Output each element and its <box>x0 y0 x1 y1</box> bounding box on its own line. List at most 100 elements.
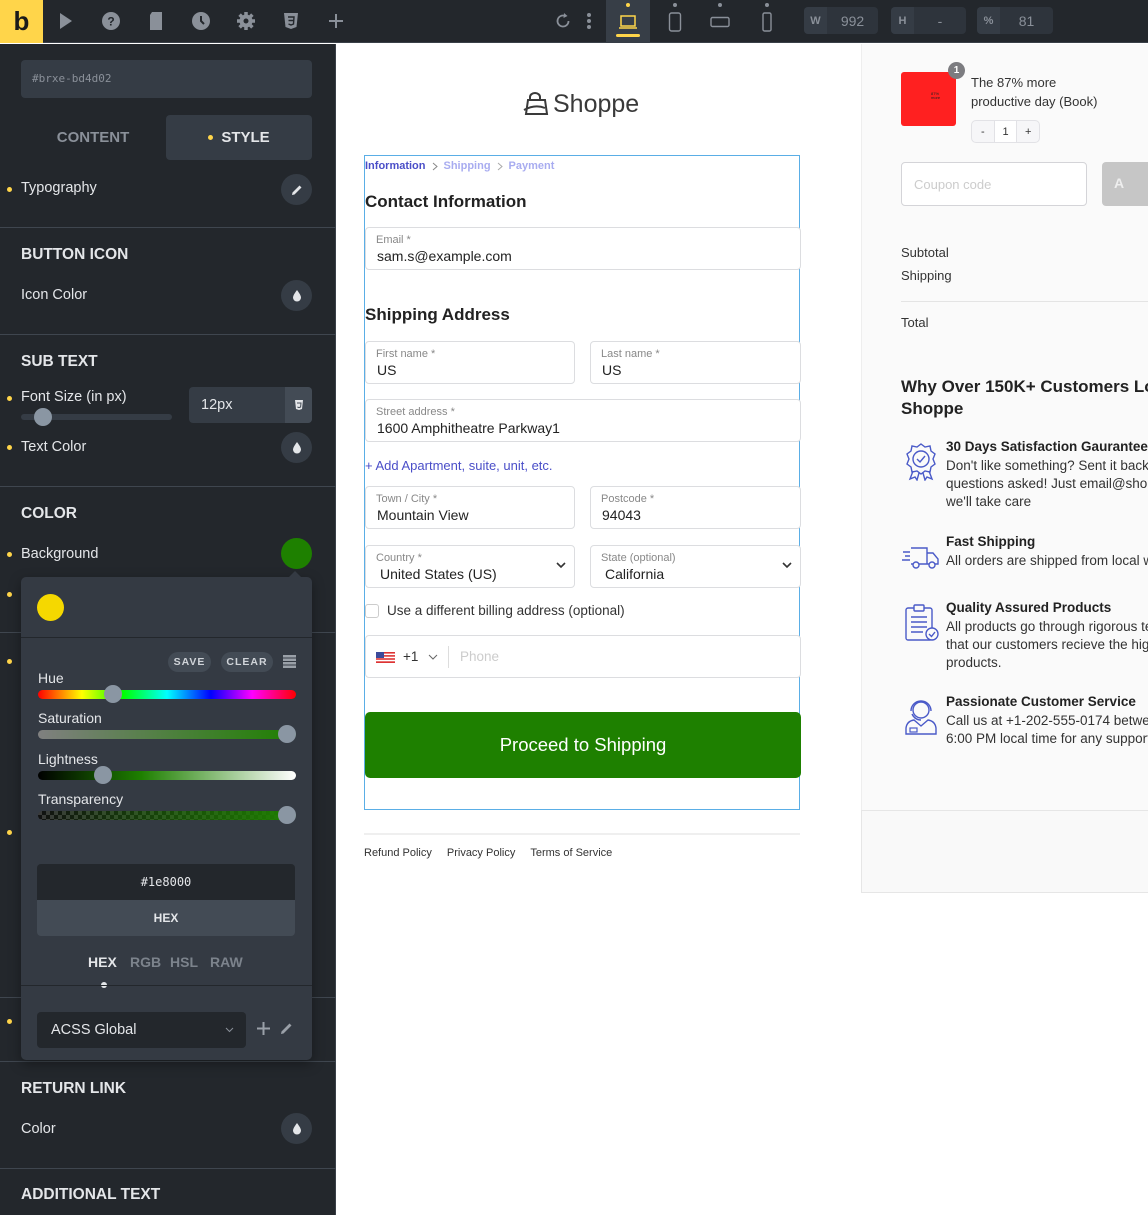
lightness-slider[interactable] <box>38 771 296 780</box>
more-options-icon[interactable] <box>578 10 600 32</box>
mobile-landscape-icon <box>710 16 730 27</box>
award-badge-icon <box>906 443 936 481</box>
edit-palette-icon[interactable] <box>280 1022 293 1040</box>
format-raw[interactable]: RAW <box>210 954 243 970</box>
text-color-label: Text Color <box>21 439 87 455</box>
add-apartment-link[interactable]: + Add Apartment, suite, unit, etc. <box>365 458 553 473</box>
modified-dot <box>7 552 12 557</box>
help-icon[interactable]: ? <box>100 10 122 32</box>
clear-color-button[interactable]: CLEAR <box>221 652 273 672</box>
text-color-button[interactable] <box>281 432 312 463</box>
tablet-icon <box>668 11 682 32</box>
palette-select[interactable]: ACSS Global <box>37 1012 246 1048</box>
tab-style[interactable]: STYLE <box>166 115 312 160</box>
shipping-label: Shipping <box>901 268 952 283</box>
chevron-right-icon <box>497 162 503 170</box>
phone-input[interactable]: Phone <box>460 649 499 664</box>
quantity-badge: 1 <box>948 62 965 79</box>
builder-toolbar: b ? W 992 H- % 81 <box>0 0 1148 43</box>
format-hsl[interactable]: HSL <box>170 954 198 970</box>
billing-address-checkbox[interactable] <box>365 604 379 618</box>
height-field[interactable]: H- <box>891 7 966 34</box>
hue-slider[interactable] <box>38 690 296 699</box>
email-field[interactable]: Email * sam.s@example.com <box>365 227 801 270</box>
apply-coupon-button[interactable]: A <box>1102 162 1148 206</box>
format-hex[interactable]: HEX <box>88 954 117 970</box>
tab-content[interactable]: CONTENT <box>20 115 166 160</box>
add-icon[interactable] <box>325 10 347 32</box>
section-title-color: COLOR <box>21 505 77 522</box>
breadcrumb-information[interactable]: Information <box>365 160 426 172</box>
last-name-field[interactable]: Last name * US <box>590 341 801 384</box>
format-rgb[interactable]: RGB <box>130 954 161 970</box>
proceed-to-shipping-button[interactable]: Proceed to Shipping <box>365 712 801 778</box>
state-select[interactable]: State (optional) California <box>590 545 801 588</box>
reload-icon[interactable] <box>552 10 574 32</box>
add-palette-icon[interactable] <box>257 1022 270 1040</box>
breadcrumb-shipping[interactable]: Shipping <box>444 160 491 172</box>
bricks-logo[interactable]: b <box>0 0 43 43</box>
refund-policy-link[interactable]: Refund Policy <box>364 847 432 859</box>
css-units-icon[interactable] <box>285 387 312 423</box>
phone-field[interactable]: +1 Phone <box>365 635 801 678</box>
increase-quantity-button[interactable]: + <box>1017 121 1039 142</box>
icon-color-label: Icon Color <box>21 287 88 303</box>
shoppe-logo[interactable]: Shoppe <box>523 90 639 119</box>
pointer-icon[interactable] <box>55 10 77 32</box>
phone-country-code[interactable]: +1 <box>403 649 418 664</box>
typography-edit-button[interactable] <box>281 174 312 205</box>
history-icon[interactable] <box>190 10 212 32</box>
return-link-color-label: Color <box>21 1121 56 1137</box>
total-label: Total <box>901 315 929 330</box>
breadcrumb-payment[interactable]: Payment <box>509 160 555 172</box>
why-customers-heading: Why Over 150K+ Customers Lo Shoppe <box>901 377 1148 418</box>
decrease-quantity-button[interactable]: - <box>972 121 994 142</box>
device-mobile-landscape[interactable] <box>698 0 742 43</box>
laptop-icon <box>619 14 637 29</box>
city-field[interactable]: Town / City * Mountain View <box>365 486 575 529</box>
save-color-button[interactable]: SAVE <box>168 652 211 672</box>
saturation-slider[interactable] <box>38 730 296 739</box>
background-color-swatch[interactable] <box>281 538 312 569</box>
modified-dot <box>7 830 12 835</box>
device-desktop[interactable] <box>606 0 650 43</box>
zoom-field[interactable]: % 81 <box>977 7 1053 34</box>
quantity-stepper[interactable]: - 1 + <box>971 120 1040 143</box>
checkout-form: Information Shipping Payment Contact Inf… <box>364 155 801 810</box>
transparency-slider[interactable] <box>38 811 296 820</box>
postcode-field[interactable]: Postcode * 94043 <box>590 486 801 529</box>
hue-slider-thumb[interactable] <box>104 685 123 703</box>
first-name-field[interactable]: First name * US <box>365 341 575 384</box>
coupon-code-input[interactable]: Coupon code <box>901 162 1087 206</box>
street-address-field[interactable]: Street address * 1600 Amphitheatre Parkwa… <box>365 399 801 442</box>
settings-icon[interactable] <box>235 10 257 32</box>
order-summary: 87% more 1 The 87% more productive day (… <box>861 44 1148 810</box>
transparency-slider-thumb[interactable] <box>277 806 296 824</box>
font-size-input[interactable]: 12px <box>189 387 312 423</box>
element-id-field[interactable]: #brxe-bd4d02 <box>21 60 312 98</box>
saturation-slider-thumb[interactable] <box>277 725 296 743</box>
modified-dot <box>7 659 12 664</box>
device-tablet-portrait[interactable] <box>653 0 697 43</box>
font-size-slider-thumb[interactable] <box>34 408 52 426</box>
section-title-additional-text: ADDITIONAL TEXT <box>21 1186 161 1203</box>
hex-value-input[interactable]: #1e8000 <box>37 864 295 900</box>
palette-list-icon[interactable] <box>283 655 296 673</box>
country-select[interactable]: Country * United States (US) <box>365 545 575 588</box>
return-link-color-button[interactable] <box>281 1113 312 1144</box>
chevron-right-icon <box>432 162 438 170</box>
color-mode-label[interactable]: HEX <box>37 900 295 936</box>
terms-of-service-link[interactable]: Terms of Service <box>530 847 612 859</box>
css3-icon[interactable] <box>280 10 302 32</box>
color-value-box: #1e8000 HEX <box>37 864 295 936</box>
device-mobile-portrait[interactable] <box>745 0 789 43</box>
width-field[interactable]: W 992 <box>804 7 878 34</box>
billing-address-label[interactable]: Use a different billing address (optiona… <box>387 603 625 618</box>
subtotal-label: Subtotal <box>901 245 949 260</box>
lightness-slider-thumb[interactable] <box>93 766 112 784</box>
icon-color-button[interactable] <box>281 280 312 311</box>
color-preview-swatch[interactable] <box>37 594 64 621</box>
quantity-value[interactable]: 1 <box>993 121 1018 142</box>
privacy-policy-link[interactable]: Privacy Policy <box>447 847 515 859</box>
pages-icon[interactable] <box>145 10 167 32</box>
